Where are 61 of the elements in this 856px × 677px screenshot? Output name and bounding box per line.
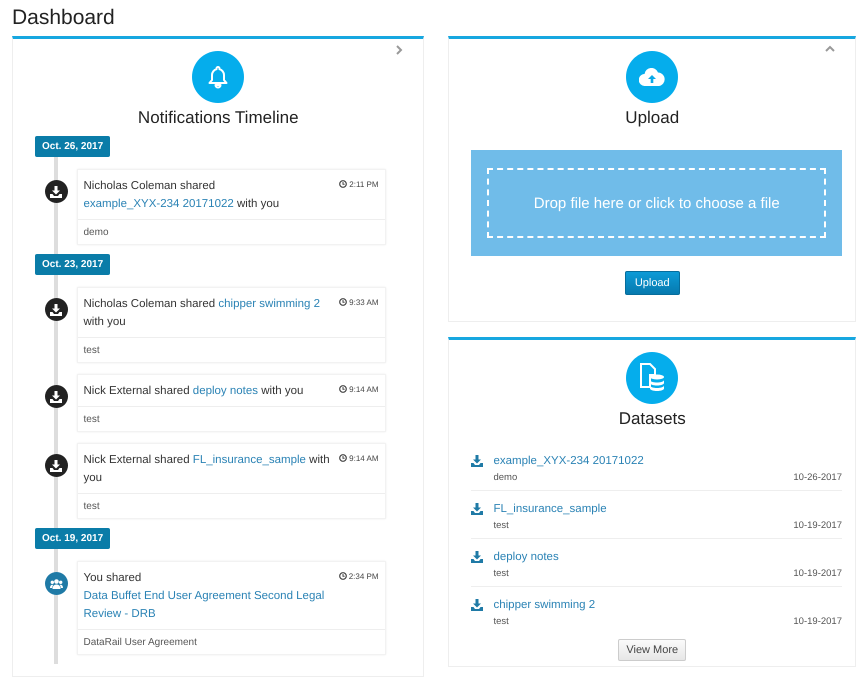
view-more-button[interactable]: View More xyxy=(618,639,686,661)
download-icon xyxy=(471,551,484,563)
panel-title: Datasets xyxy=(618,409,686,429)
file-link[interactable]: deploy notes xyxy=(192,382,258,400)
file-link[interactable]: example_XYX-234 20171022 xyxy=(84,195,234,213)
notification-text: Nick External shared deploy notes with you xyxy=(84,382,334,400)
notification-time: 9:14 AM xyxy=(339,382,378,394)
dataset-date: 10-19-2017 xyxy=(793,568,842,579)
notification-time: 2:11 PM xyxy=(339,177,378,189)
dataset-link[interactable]: chipper swimming 2 xyxy=(493,599,596,611)
notification-note: test xyxy=(78,493,384,518)
notification-note: test xyxy=(78,406,384,431)
clock-icon xyxy=(338,572,347,580)
download-icon xyxy=(471,503,484,515)
document-database-icon xyxy=(638,363,666,393)
dataset-tag: test xyxy=(493,568,509,579)
notification-text: You shared Data Buffet End User Agreement Second Legal Review - DRB xyxy=(84,569,333,623)
cloud-upload-icon xyxy=(639,68,666,86)
download-icon xyxy=(50,460,62,472)
panel-title: Upload xyxy=(625,108,680,128)
file-link[interactable]: chipper swimming 2 xyxy=(218,295,320,313)
group-icon xyxy=(50,578,62,588)
dataset-link[interactable]: deploy notes xyxy=(493,551,559,563)
clock-icon xyxy=(339,298,348,306)
date-badge: Oct. 26, 2017 xyxy=(35,136,110,157)
clock-icon xyxy=(339,385,348,393)
download-icon xyxy=(50,186,62,198)
panel-title: Notifications Timeline xyxy=(138,108,299,128)
dataset-link[interactable]: example_XYX-234 20171022 xyxy=(493,455,644,467)
dataset-tag: test xyxy=(493,616,509,627)
notification-time: 9:14 AM xyxy=(339,451,378,463)
dataset-date: 10-19-2017 xyxy=(793,616,842,627)
date-badge: Oct. 23, 2017 xyxy=(35,254,110,275)
page-title: Dashboard xyxy=(12,6,116,30)
notification-note: demo xyxy=(78,219,384,244)
dataset-date: 10-19-2017 xyxy=(793,520,842,531)
drop-zone-text: Drop file here or click to choose a file xyxy=(534,194,780,212)
notification-text: Nicholas Coleman shared chipper swimming 2 with you xyxy=(84,295,334,331)
dataset-tag: demo xyxy=(493,472,518,483)
download-icon xyxy=(50,304,62,316)
notification-text: Nicholas Coleman shared example_XYX-234 20171022 with you xyxy=(84,177,334,213)
clock-icon xyxy=(339,454,348,462)
clock-icon xyxy=(339,180,348,188)
bell-icon xyxy=(207,65,230,89)
notification-time: 2:34 PM xyxy=(338,569,378,581)
file-link[interactable]: Data Buffet End User Agreement Second Legal Review - DRB xyxy=(84,587,333,623)
dataset-link[interactable]: FL_insurance_sample xyxy=(493,503,607,515)
download-icon xyxy=(471,599,484,611)
upload-button[interactable]: Upload xyxy=(624,271,680,295)
notification-time: 9:33 AM xyxy=(339,295,378,307)
notification-note: DataRail User Agreement xyxy=(78,629,384,654)
dataset-date: 10-26-2017 xyxy=(793,472,842,483)
dataset-tag: test xyxy=(493,520,509,531)
date-badge: Oct. 19, 2017 xyxy=(35,528,110,549)
download-icon xyxy=(471,455,484,467)
chevron-right-icon[interactable] xyxy=(396,45,404,55)
download-icon xyxy=(50,390,62,402)
notification-text: Nick External shared FL_insurance_sample with you xyxy=(84,451,334,487)
file-link[interactable]: FL_insurance_sample xyxy=(192,451,306,469)
notification-note: test xyxy=(78,337,384,362)
chevron-up-icon[interactable] xyxy=(825,45,835,52)
